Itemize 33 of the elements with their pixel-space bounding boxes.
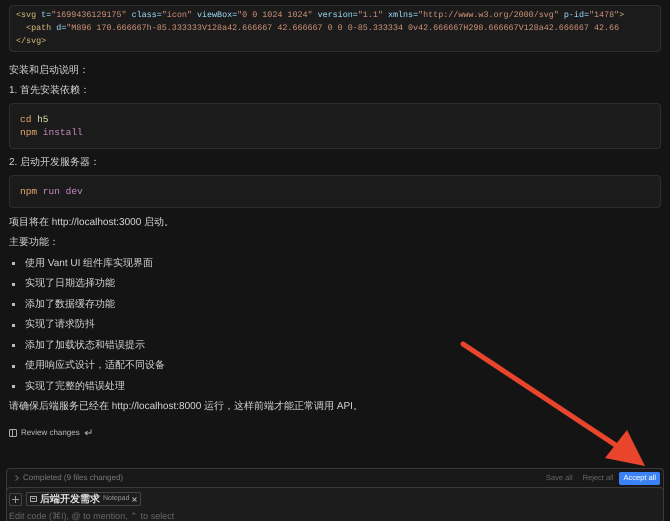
code-block: npm run dev <box>9 175 661 208</box>
add-button[interactable] <box>9 492 22 506</box>
chevron-icon[interactable] <box>15 475 19 481</box>
list-item: 实现了日期选择功能 <box>25 278 115 290</box>
list-item: 实现了完整的错误处理 <box>25 380 125 392</box>
list-item: 使用 Vant UI 组件库实现界面 <box>25 258 154 270</box>
return-icon <box>84 429 92 436</box>
notepad-icon <box>30 496 37 502</box>
bullet-icon <box>12 262 15 265</box>
step-heading: 1. 首先安装依赖： <box>9 85 92 97</box>
paragraph: 安装和启动说明： <box>9 65 90 77</box>
list-item: 添加了数据缓存功能 <box>25 298 115 310</box>
paragraph: 项目将在 http://localhost:3000 启动。 <box>9 217 176 229</box>
list-item: 使用响应式设计，适配不同设备 <box>25 360 165 372</box>
bullet-icon <box>12 324 15 326</box>
input-field[interactable]: Edit code (⌘I), @ to mention, ⌃ to select <box>9 510 661 521</box>
bullet-icon <box>12 364 15 368</box>
review-changes-link[interactable]: Review changes <box>9 426 92 438</box>
paragraph: 主要功能： <box>9 237 60 249</box>
code-block: <svg t="1699436129175" class="icon" viewBox="0 0 1024 1024" version="1.1" xmlns="http://www.w3.org/2000/svg" p-id="1478"> <path d="M896 170.666667h-85.333333V128a42.666667 42.666667 0 0 0-85.333334 0v42.666667H298.666667V128a42.666667 42.66 </svg> <box>9 5 661 52</box>
bullet-icon <box>12 282 15 286</box>
step-heading: 2. 启动开发服务器： <box>9 157 102 169</box>
list-item: 添加了加载状态和错误提示 <box>25 340 145 352</box>
code-block: cd h5 npm install <box>9 103 661 149</box>
status-text: Completed (9 files changed) <box>23 472 124 484</box>
bullet-icon <box>12 344 15 347</box>
panel-icon <box>9 428 17 436</box>
close-icon[interactable] <box>132 496 138 502</box>
bullet-icon <box>12 303 15 306</box>
plus-icon <box>12 496 19 502</box>
bullet-icon <box>12 385 15 388</box>
list-item: 实现了请求防抖 <box>25 319 95 331</box>
paragraph: 请确保后端服务已经在 http://localhost:8000 运行，这样前端才能正常调用 API。 <box>9 400 364 412</box>
